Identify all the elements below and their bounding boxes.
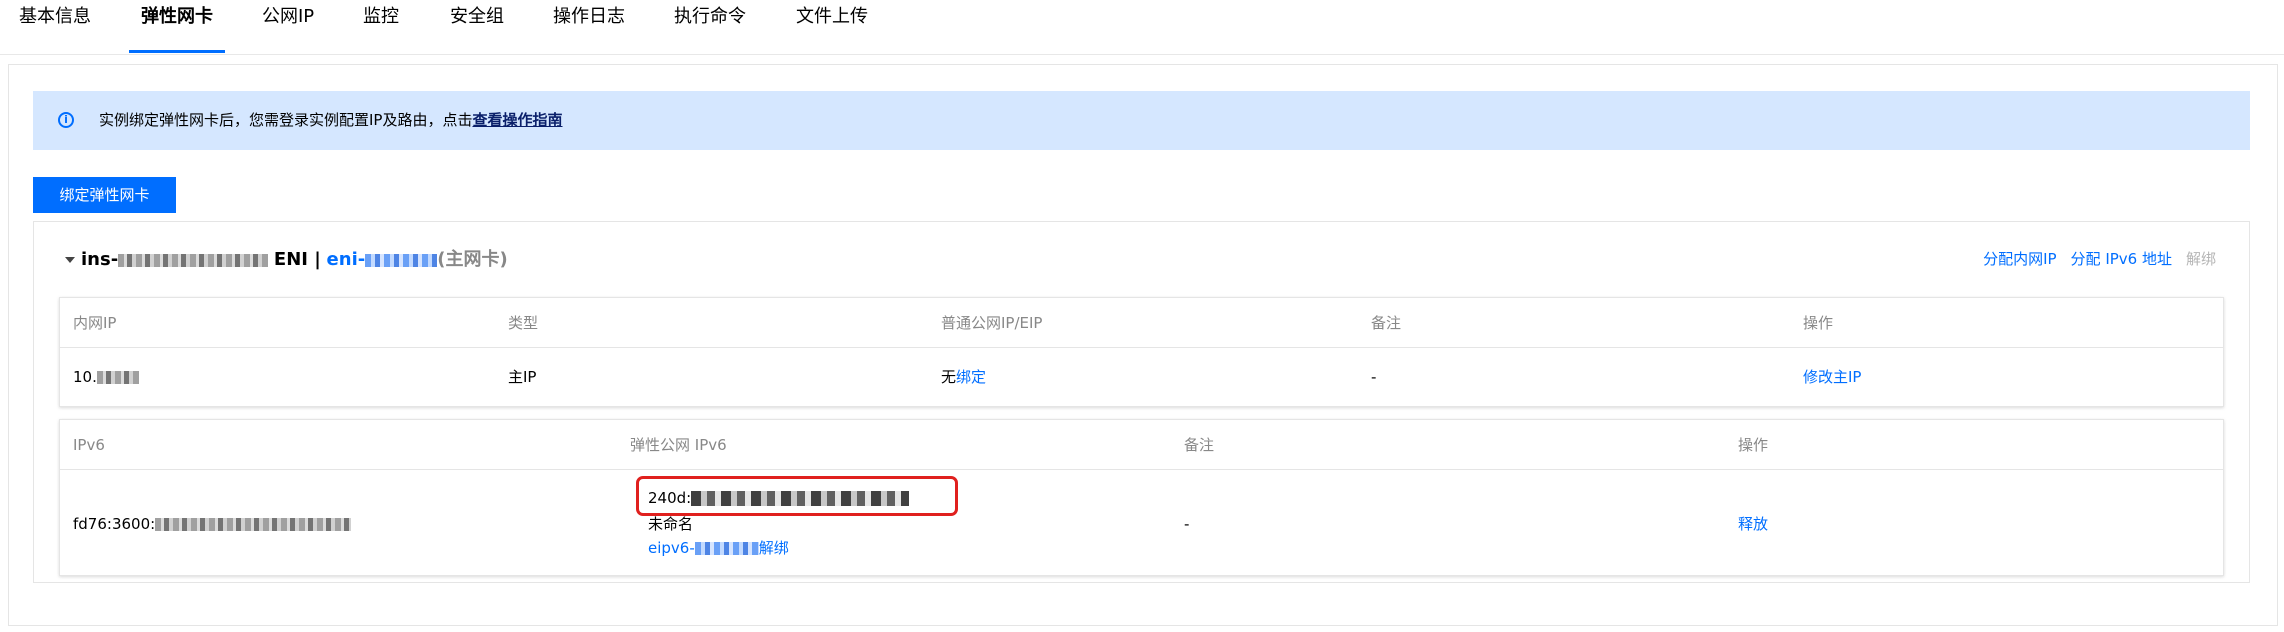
col-header-ipv6: IPv6 [73, 436, 105, 454]
eni-card: ins- ENI | eni- (主网卡) 分配内网IP 分配 IPv6 地址 解绑 … [33, 221, 2250, 583]
bind-eni-button[interactable]: 绑定弹性网卡 [33, 177, 176, 213]
redacted-eni-id [365, 253, 438, 267]
col-header-action: 操作 [1803, 314, 1834, 332]
tab-monitoring[interactable]: 监控 [363, 6, 399, 28]
bind-eip-link[interactable]: 绑定 [956, 368, 986, 386]
elastic-ipv6-name: 未命名 [648, 515, 694, 533]
tab-public-ip[interactable]: 公网IP [262, 6, 314, 28]
elastic-ipv6-id-cell: eipv6- 解绑 [648, 538, 789, 558]
highlight-annotation-box [636, 476, 958, 516]
header-divider [60, 469, 2223, 470]
redacted-ipv6 [155, 518, 352, 531]
col-header-type: 类型 [508, 314, 539, 332]
header-divider [60, 347, 2223, 348]
release-ipv6-link[interactable]: 释放 [1738, 514, 1768, 534]
col-header-action: 操作 [1738, 436, 1769, 454]
alert-message: 实例绑定弹性网卡后，您需登录实例配置IP及路由，点击 [99, 111, 473, 129]
info-alert: i 实例绑定弹性网卡后，您需登录实例配置IP及路由，点击查看操作指南 [33, 91, 2250, 150]
redacted-ip [96, 371, 139, 384]
col-header-elastic-ipv6: 弹性公网 IPv6 [630, 436, 727, 454]
redacted-eipv6-id [694, 542, 759, 555]
unbind-eipv6-link[interactable]: 解绑 [759, 539, 789, 557]
ipv6-remark-cell: - [1184, 515, 1190, 533]
private-ip-cell: 10. [73, 367, 139, 387]
eni-id-link[interactable]: eni- [327, 249, 438, 270]
col-header-eip: 普通公网IP/EIP [941, 314, 1043, 332]
ipv6-address-cell: fd76:3600: [73, 514, 352, 534]
tab-file-upload[interactable]: 文件上传 [796, 6, 868, 28]
eni-card-header: ins- ENI | eni- (主网卡) [65, 248, 508, 272]
primary-eni-tag: (主网卡) [437, 249, 508, 270]
tab-bar: 基本信息 弹性网卡 公网IP 监控 安全组 操作日志 执行命令 文件上传 [0, 0, 2284, 55]
tab-security-group[interactable]: 安全组 [450, 6, 504, 28]
unbind-eni-link[interactable]: 解绑 [2186, 250, 2216, 268]
collapse-triangle-icon[interactable] [65, 257, 75, 263]
ipv6-table: IPv6 弹性公网 IPv6 备注 操作 fd76:3600: 240d: 未命… [59, 419, 2224, 576]
active-tab-indicator [129, 50, 225, 53]
ipv4-table: 内网IP 类型 普通公网IP/EIP 备注 操作 10. 主IP 无绑定 - 修… [59, 297, 2224, 407]
eni-label: ENI | [273, 249, 321, 270]
assign-private-ip-link[interactable]: 分配内网IP [1983, 250, 2056, 268]
remark-cell: - [1371, 368, 1377, 386]
view-guide-link[interactable]: 查看操作指南 [472, 111, 562, 129]
instance-id: ins- [81, 249, 269, 270]
tab-basic-info[interactable]: 基本信息 [19, 6, 91, 28]
tab-execute-command[interactable]: 执行命令 [674, 6, 746, 28]
col-header-remark: 备注 [1184, 436, 1215, 454]
info-icon: i [58, 112, 74, 128]
redacted-instance-id [118, 253, 269, 267]
col-header-private-ip: 内网IP [73, 314, 117, 332]
modify-primary-ip-link[interactable]: 修改主IP [1803, 367, 1861, 387]
tab-operation-log[interactable]: 操作日志 [553, 6, 625, 28]
ip-type-cell: 主IP [508, 368, 537, 386]
eip-cell: 无绑定 [941, 368, 987, 386]
col-header-remark: 备注 [1371, 314, 1402, 332]
eipv6-id-link[interactable]: eipv6- [648, 539, 759, 557]
eni-actions: 分配内网IP 分配 IPv6 地址 解绑 [1969, 249, 2216, 269]
assign-ipv6-link[interactable]: 分配 IPv6 地址 [2071, 250, 2172, 268]
tab-eni[interactable]: 弹性网卡 [141, 6, 213, 28]
